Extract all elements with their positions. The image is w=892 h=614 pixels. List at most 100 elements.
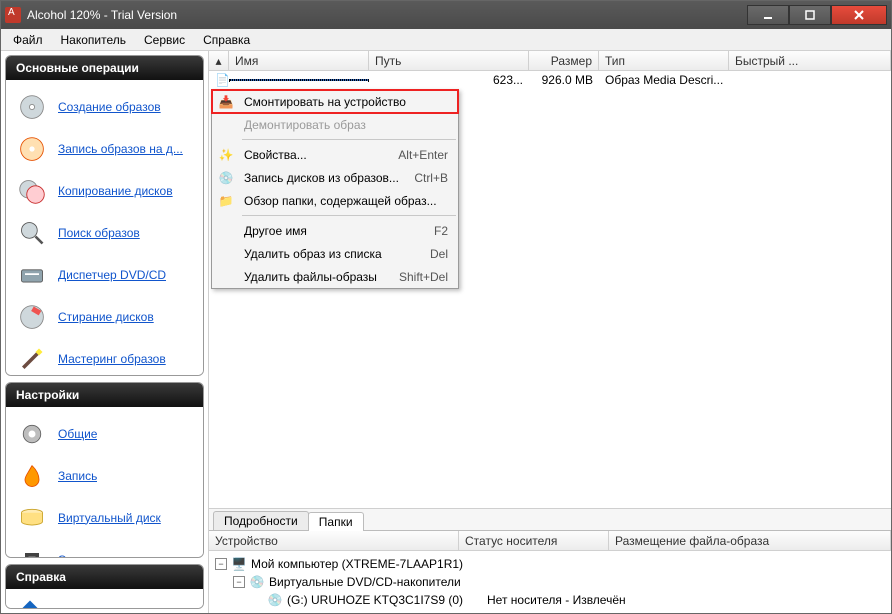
cm-label: Другое имя bbox=[240, 224, 434, 238]
op-label: Стирание дисков bbox=[58, 310, 154, 324]
cm-unmount: Демонтировать образ bbox=[212, 113, 458, 136]
op-label: Поиск образов bbox=[58, 226, 140, 240]
cm-shortcut: F2 bbox=[434, 224, 458, 238]
op-burn-image[interactable]: Запись образов на д... bbox=[10, 128, 199, 170]
col-path[interactable]: Путь bbox=[369, 51, 529, 70]
cm-label: Удалить образ из списка bbox=[240, 247, 430, 261]
col-media-status[interactable]: Статус носителя bbox=[459, 531, 609, 550]
menu-service[interactable]: Сервис bbox=[136, 31, 193, 49]
col-size[interactable]: Размер bbox=[529, 51, 599, 70]
cm-shortcut: Del bbox=[430, 247, 458, 261]
op-create-image[interactable]: Создание образов bbox=[10, 86, 199, 128]
op-label: Копирование дисков bbox=[58, 184, 173, 198]
erase-icon bbox=[16, 301, 48, 333]
menu-drive[interactable]: Накопитель bbox=[53, 31, 135, 49]
cm-remove-from-list[interactable]: Удалить образ из списка Del bbox=[212, 242, 458, 265]
op-label: Создание образов bbox=[58, 100, 161, 114]
vdrive-icon bbox=[16, 502, 48, 534]
wand-icon bbox=[16, 343, 48, 375]
device-tree[interactable]: − 🖥️ Мой компьютер (XTREME-7LAAP1R1) − 💿… bbox=[209, 551, 891, 613]
op-label: Эмуляция bbox=[58, 553, 114, 559]
drive-icon bbox=[16, 259, 48, 291]
op-label: Мастеринг образов bbox=[58, 352, 166, 366]
tree-label: (G:) URUHOZE KTQ3C1I7S9 (0) bbox=[287, 593, 483, 607]
tab-folders[interactable]: Папки bbox=[308, 512, 364, 531]
op-search-images[interactable]: Поиск образов bbox=[10, 212, 199, 254]
cm-label: Смонтировать на устройство bbox=[240, 95, 458, 109]
main-area: ▴ Имя Путь Размер Тип Быстрый ... 📄 623.… bbox=[209, 51, 891, 613]
list-row[interactable]: 📄 623... 926.0 MB Образ Media Descri... bbox=[209, 71, 891, 89]
settings-general[interactable]: Общие bbox=[10, 413, 199, 455]
op-label: Общие bbox=[58, 427, 97, 441]
col-type[interactable]: Тип bbox=[599, 51, 729, 70]
cm-separator bbox=[242, 215, 456, 216]
op-label: Диспетчер DVD/CD bbox=[58, 268, 166, 282]
help-icon[interactable] bbox=[14, 595, 46, 609]
list-header: ▴ Имя Путь Размер Тип Быстрый ... bbox=[209, 51, 891, 71]
panel-main-ops-title: Основные операции bbox=[6, 56, 203, 80]
cm-browse-folder[interactable]: 📁 Обзор папки, содержащей образ... bbox=[212, 189, 458, 212]
op-label: Запись образов на д... bbox=[58, 142, 183, 156]
fire-icon bbox=[16, 460, 48, 492]
op-label: Запись bbox=[58, 469, 97, 483]
op-erase-discs[interactable]: Стирание дисков bbox=[10, 296, 199, 338]
tree-status: Нет носителя - Извлечён bbox=[487, 593, 626, 607]
panel-help-title: Справка bbox=[6, 565, 203, 589]
cm-mount[interactable]: 📥 Смонтировать на устройство bbox=[212, 90, 458, 113]
cm-rename[interactable]: Другое имя F2 bbox=[212, 219, 458, 242]
folder-icon: 📁 bbox=[212, 194, 240, 208]
menu-file[interactable]: Файл bbox=[5, 31, 51, 49]
cm-properties[interactable]: ✨ Свойства... Alt+Enter bbox=[212, 143, 458, 166]
chip-icon bbox=[16, 544, 48, 559]
tab-details[interactable]: Подробности bbox=[213, 511, 309, 530]
tree-drive-g[interactable]: 💿 (G:) URUHOZE KTQ3C1I7S9 (0) Нет носите… bbox=[251, 591, 885, 609]
cm-delete-files[interactable]: Удалить файлы-образы Shift+Del bbox=[212, 265, 458, 288]
maximize-button[interactable] bbox=[789, 5, 831, 25]
op-mastering[interactable]: Мастеринг образов bbox=[10, 338, 199, 376]
context-menu: 📥 Смонтировать на устройство Демонтирова… bbox=[211, 89, 459, 289]
col-image-location[interactable]: Размещение файла-образа bbox=[609, 531, 891, 550]
sort-arrow-icon[interactable]: ▴ bbox=[209, 51, 229, 70]
tabstrip: Подробности Папки bbox=[209, 509, 891, 531]
settings-emulation[interactable]: Эмуляция bbox=[10, 539, 199, 559]
col-name[interactable]: Имя bbox=[229, 51, 369, 70]
folder-icon: 💿 bbox=[249, 574, 265, 590]
close-button[interactable] bbox=[831, 5, 887, 25]
cell-path: 623... bbox=[369, 73, 529, 87]
disc-burn-icon bbox=[16, 133, 48, 165]
menu-help[interactable]: Справка bbox=[195, 31, 258, 49]
col-device[interactable]: Устройство bbox=[209, 531, 459, 550]
tree-label: Виртуальные DVD/CD-накопители bbox=[269, 575, 461, 589]
window-title: Alcohol 120% - Trial Version bbox=[27, 8, 747, 22]
minimize-button[interactable] bbox=[747, 5, 789, 25]
op-copy-discs[interactable]: Копирование дисков bbox=[10, 170, 199, 212]
menubar: Файл Накопитель Сервис Справка bbox=[1, 29, 891, 51]
cell-size: 926.0 MB bbox=[529, 73, 599, 87]
tree-label: Мой компьютер (XTREME-7LAAP1R1) bbox=[251, 557, 463, 571]
cm-shortcut: Ctrl+B bbox=[414, 171, 458, 185]
bottom-panel: Подробности Папки Устройство Статус носи… bbox=[209, 508, 891, 613]
search-icon bbox=[16, 217, 48, 249]
wand-icon: ✨ bbox=[212, 148, 240, 162]
tree-header: Устройство Статус носителя Размещение фа… bbox=[209, 531, 891, 551]
titlebar: Alcohol 120% - Trial Version bbox=[1, 1, 891, 29]
mount-icon: 📥 bbox=[212, 95, 240, 109]
tree-toggle[interactable]: − bbox=[215, 558, 227, 570]
image-list[interactable]: 📄 623... 926.0 MB Образ Media Descri... … bbox=[209, 71, 891, 508]
cm-burn[interactable]: 💿 Запись дисков из образов... Ctrl+B bbox=[212, 166, 458, 189]
settings-virtual-drive[interactable]: Виртуальный диск bbox=[10, 497, 199, 539]
col-quick[interactable]: Быстрый ... bbox=[729, 51, 891, 70]
tree-toggle[interactable]: − bbox=[233, 576, 245, 588]
panel-help: Справка bbox=[5, 564, 204, 609]
panel-settings: Настройки Общие Запись Виртуальный диск … bbox=[5, 382, 204, 559]
gear-icon bbox=[16, 418, 48, 450]
tree-virtual-drives[interactable]: − 💿 Виртуальные DVD/CD-накопители bbox=[233, 573, 885, 591]
cm-label: Свойства... bbox=[240, 148, 398, 162]
tree-computer[interactable]: − 🖥️ Мой компьютер (XTREME-7LAAP1R1) bbox=[215, 555, 885, 573]
settings-burning[interactable]: Запись bbox=[10, 455, 199, 497]
burn-icon: 💿 bbox=[212, 171, 240, 185]
cm-shortcut: Shift+Del bbox=[399, 270, 458, 284]
op-dvd-manager[interactable]: Диспетчер DVD/CD bbox=[10, 254, 199, 296]
cm-separator bbox=[242, 139, 456, 140]
app-icon bbox=[5, 7, 21, 23]
